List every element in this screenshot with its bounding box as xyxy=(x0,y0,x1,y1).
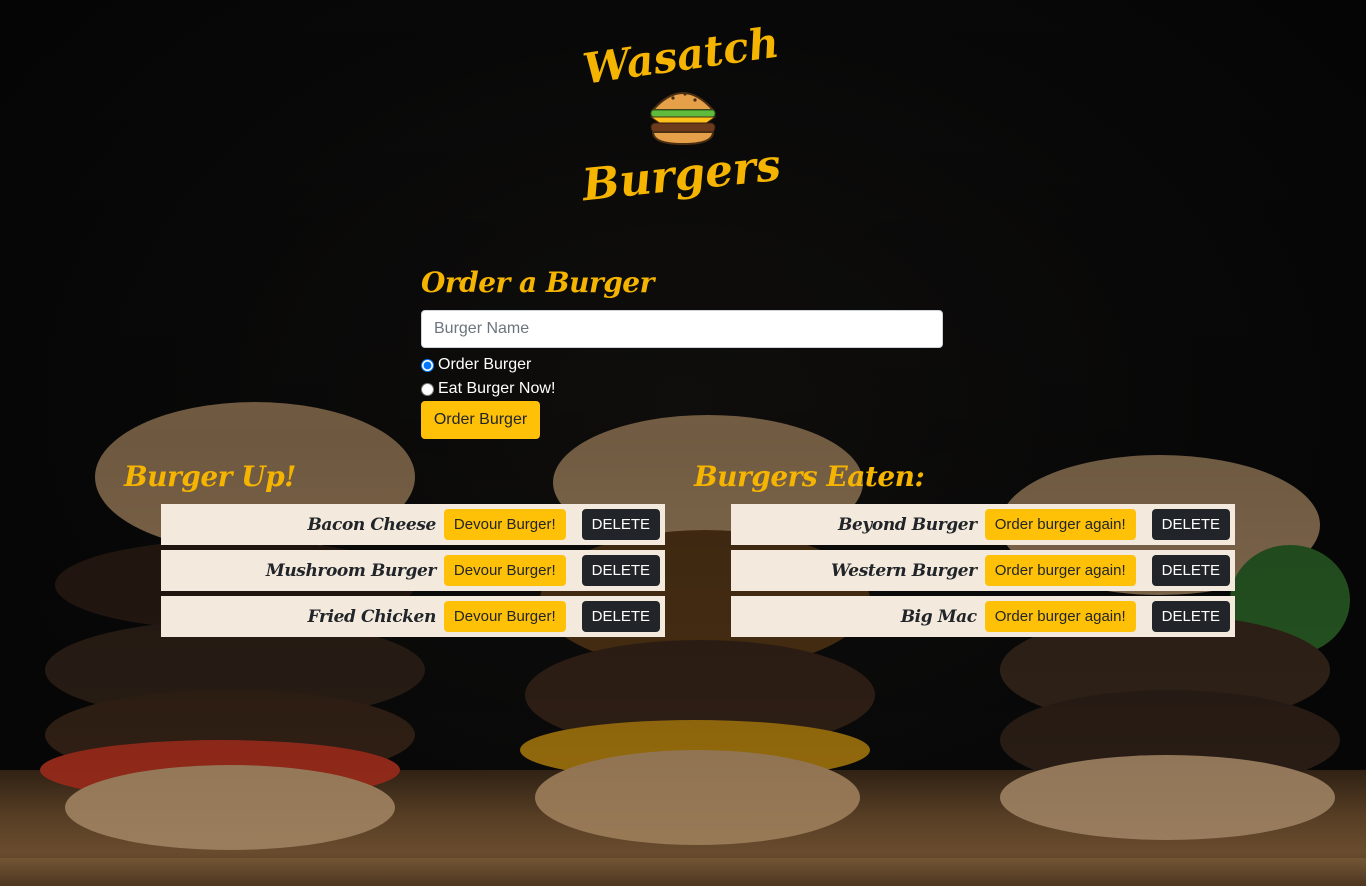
burger-name: Mushroom Burger xyxy=(265,560,436,581)
burgers-eaten-list: Beyond Burger Order burger again! DELETE… xyxy=(731,504,1235,642)
delete-button[interactable]: DELETE xyxy=(581,509,660,540)
burger-up-title: Burger Up! xyxy=(124,460,296,493)
burger-name: Bacon Cheese xyxy=(307,514,436,535)
delete-button[interactable]: DELETE xyxy=(1151,509,1230,540)
order-form-title: Order a Burger xyxy=(421,266,654,299)
list-item: Mushroom Burger Devour Burger! DELETE xyxy=(161,550,665,591)
order-again-button[interactable]: Order burger again! xyxy=(984,509,1136,540)
burger-up-list: Bacon Cheese Devour Burger! DELETE Mushr… xyxy=(161,504,665,642)
delete-button[interactable]: DELETE xyxy=(1151,601,1230,632)
burger-name: Fried Chicken xyxy=(307,606,437,627)
devour-burger-button[interactable]: Devour Burger! xyxy=(443,601,566,632)
brand-logo: Wasatch Burgers xyxy=(578,18,783,212)
burger-name: Beyond Burger xyxy=(838,514,977,535)
list-item: Bacon Cheese Devour Burger! DELETE xyxy=(161,504,665,545)
burger-name: Big Mac xyxy=(900,606,977,627)
order-again-button[interactable]: Order burger again! xyxy=(984,601,1136,632)
list-item: Fried Chicken Devour Burger! DELETE xyxy=(161,596,665,637)
devour-burger-button[interactable]: Devour Burger! xyxy=(443,509,566,540)
delete-button[interactable]: DELETE xyxy=(581,601,660,632)
burgers-eaten-title: Burgers Eaten: xyxy=(694,460,925,493)
delete-button[interactable]: DELETE xyxy=(1151,555,1230,586)
list-item: Western Burger Order burger again! DELET… xyxy=(731,550,1235,591)
list-item: Beyond Burger Order burger again! DELETE xyxy=(731,504,1235,545)
order-burger-option-label: Order Burger xyxy=(438,356,532,373)
list-item: Big Mac Order burger again! DELETE xyxy=(731,596,1235,637)
burger-name: Western Burger xyxy=(830,560,977,581)
delete-button[interactable]: DELETE xyxy=(581,555,660,586)
order-burger-button[interactable]: Order Burger xyxy=(421,401,540,439)
eat-burger-now-option-label: Eat Burger Now! xyxy=(438,380,556,397)
logo-line1: Wasatch xyxy=(580,18,782,94)
burger-name-input[interactable] xyxy=(421,310,943,348)
order-burger-radio[interactable] xyxy=(421,358,434,372)
burger-icon xyxy=(649,92,717,146)
eat-burger-now-radio[interactable] xyxy=(421,382,434,396)
order-burger-option[interactable]: Order Burger xyxy=(421,356,531,374)
devour-burger-button[interactable]: Devour Burger! xyxy=(443,555,566,586)
order-again-button[interactable]: Order burger again! xyxy=(984,555,1136,586)
logo-line2: Burgers xyxy=(578,140,783,212)
eat-burger-now-option[interactable]: Eat Burger Now! xyxy=(421,380,555,398)
